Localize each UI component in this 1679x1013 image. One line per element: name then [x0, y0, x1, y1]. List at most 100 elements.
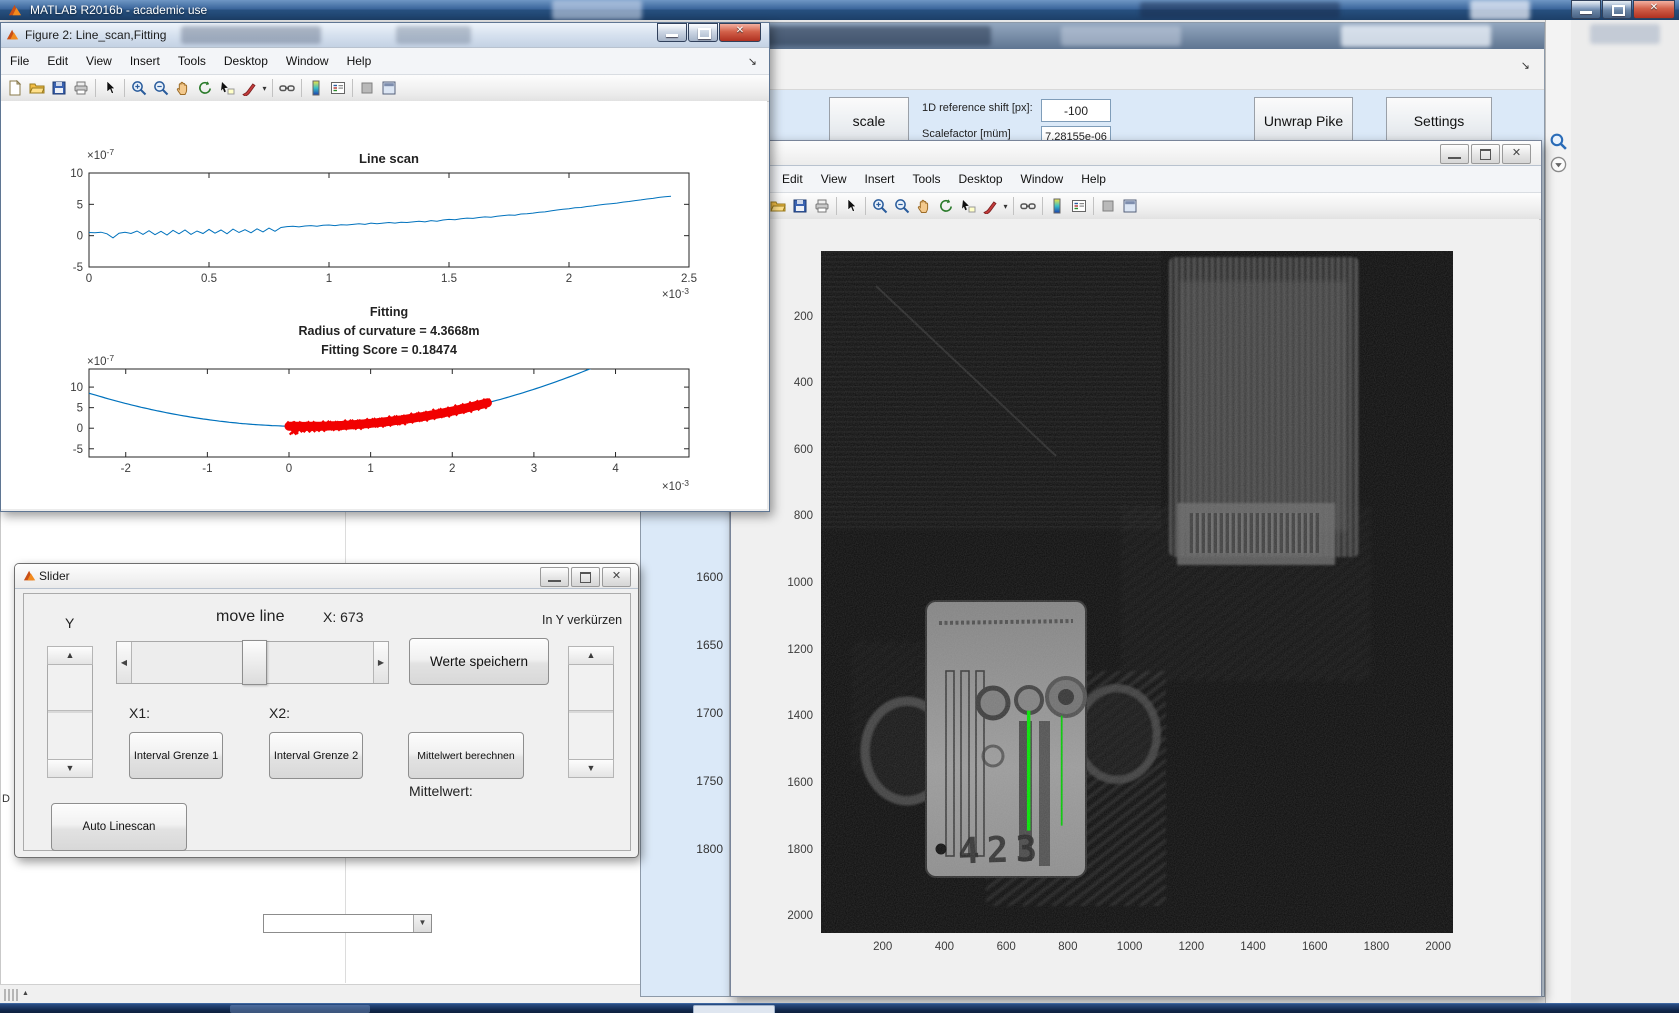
zoom-in-icon[interactable] — [869, 195, 891, 217]
slider-maximize-button[interactable] — [571, 567, 600, 587]
windows-taskbar[interactable] — [0, 1003, 1679, 1013]
bottom-scroll-strip[interactable]: ▲ — [0, 984, 737, 1004]
zoom-in-icon[interactable] — [128, 77, 150, 99]
move-line-slider[interactable]: ◀ ▶ — [116, 640, 389, 685]
insert-legend-icon[interactable] — [1068, 195, 1090, 217]
taskbar-active-button[interactable] — [693, 1005, 775, 1013]
dock-figure-icon[interactable] — [1119, 195, 1141, 217]
gui-titlebar[interactable] — [641, 23, 1544, 49]
brush-icon[interactable] — [238, 77, 260, 99]
y2-slider-up-icon[interactable]: ▲ — [568, 646, 614, 665]
slider-right-arrow-icon[interactable]: ▶ — [373, 642, 388, 683]
save-icon[interactable] — [48, 77, 70, 99]
zoom-out-icon[interactable] — [891, 195, 913, 217]
combobox-arrow-icon[interactable]: ▼ — [413, 915, 431, 932]
insert-colorbar-icon[interactable] — [1046, 195, 1068, 217]
interval-grenze2-button[interactable]: Interval Grenze 2 — [269, 732, 363, 779]
menu-item-edit[interactable]: Edit — [773, 168, 812, 190]
cursor-icon[interactable] — [99, 77, 121, 99]
menu-item-insert[interactable]: Insert — [121, 50, 169, 72]
svg-text:0: 0 — [77, 231, 83, 243]
cursor-icon[interactable] — [840, 195, 862, 217]
figure2-maximize-button[interactable] — [688, 23, 718, 42]
zoom-out-icon[interactable] — [150, 77, 172, 99]
menu-item-insert[interactable]: Insert — [855, 168, 903, 190]
rotate-3d-icon[interactable] — [194, 77, 216, 99]
image-y-tick-label: 1800 — [787, 843, 813, 856]
brush-icon[interactable] — [979, 195, 1001, 217]
interval-grenze1-button[interactable]: Interval Grenze 1 — [129, 732, 223, 779]
menu-item-view[interactable]: View — [77, 50, 121, 72]
y-slider-down-icon[interactable]: ▼ — [47, 759, 93, 778]
search-magnifier-icon[interactable] — [1549, 132, 1568, 151]
pan-hand-icon[interactable] — [172, 77, 194, 99]
mittelwert-berechnen-button[interactable]: Mittelwert berechnen — [408, 732, 524, 779]
menu-item-tools[interactable]: Tools — [169, 50, 215, 72]
figure2-minimize-button[interactable] — [657, 23, 687, 42]
scale-button[interactable]: scale — [829, 97, 909, 145]
slider-minimize-button[interactable] — [540, 567, 569, 587]
new-doc-icon[interactable] — [4, 77, 26, 99]
y-slider-left[interactable]: ▲ ▼ — [47, 646, 93, 778]
y2-slider-down-icon[interactable]: ▼ — [568, 759, 614, 778]
link-plot-icon[interactable] — [1017, 195, 1039, 217]
menu-item-help[interactable]: Help — [338, 50, 381, 72]
pan-hand-icon[interactable] — [913, 195, 935, 217]
save-icon[interactable] — [789, 195, 811, 217]
brush-dropdown-icon[interactable]: ▾ — [1001, 202, 1010, 211]
data-cursor-icon[interactable] — [216, 77, 238, 99]
dock-figure-icon[interactable] — [378, 77, 400, 99]
werte-speichern-button[interactable]: Werte speichern — [409, 638, 549, 685]
figure2-close-button[interactable]: ✕ — [719, 23, 761, 42]
unwrap-pike-button[interactable]: Unwrap Pike — [1254, 97, 1353, 145]
imagefig-close-button[interactable]: ✕ — [1502, 144, 1531, 164]
open-folder-icon[interactable] — [767, 195, 789, 217]
interferogram-image[interactable]: 423 — [821, 251, 1453, 933]
brush-dropdown-icon[interactable]: ▾ — [260, 84, 269, 93]
matlab-main-titlebar[interactable]: MATLAB R2016b - academic use ✕ — [0, 0, 1679, 20]
expand-arrow-icon[interactable]: ▲ — [22, 990, 29, 997]
menu-item-edit[interactable]: Edit — [38, 50, 77, 72]
ref-shift-input[interactable]: -100 — [1041, 99, 1111, 122]
image-figure-titlebar[interactable]: d ✕ — [731, 141, 1541, 166]
main-minimize-button[interactable] — [1571, 0, 1601, 19]
settings-button[interactable]: Settings — [1386, 97, 1492, 145]
open-folder-icon[interactable] — [26, 77, 48, 99]
hide-plot-tools-icon[interactable] — [1097, 195, 1119, 217]
window-grip[interactable]: ▲ — [4, 989, 44, 1001]
figure2-titlebar[interactable]: Figure 2: Line_scan,Fitting ✕ — [1, 23, 769, 48]
menu-item-window[interactable]: Window — [277, 50, 338, 72]
y-slider-right[interactable]: ▲ ▼ — [568, 646, 614, 778]
slider-close-button[interactable]: ✕ — [602, 567, 631, 587]
print-icon[interactable] — [70, 77, 92, 99]
link-plot-icon[interactable] — [276, 77, 298, 99]
gui-menu-overflow-icon[interactable]: ↘ — [1521, 59, 1530, 72]
imagefig-maximize-button[interactable] — [1471, 144, 1500, 164]
figure2-canvas[interactable]: 0 0.5 1 1.5 2 2.51050-5Line scan×10-7×10-3-2-… — [1, 101, 767, 509]
auto-linescan-button[interactable]: Auto Linescan — [51, 803, 187, 851]
taskbar-button-group[interactable] — [230, 1005, 370, 1013]
scroll-down-circle-icon[interactable] — [1550, 156, 1567, 173]
figure2-menu-overflow-icon[interactable]: ↘ — [748, 55, 757, 68]
main-maximize-button[interactable] — [1602, 0, 1632, 19]
menu-item-window[interactable]: Window — [1012, 168, 1073, 190]
imagefig-minimize-button[interactable] — [1440, 144, 1469, 164]
data-cursor-icon[interactable] — [957, 195, 979, 217]
menu-item-help[interactable]: Help — [1072, 168, 1115, 190]
slider-thumb[interactable] — [242, 640, 267, 685]
slider-titlebar[interactable]: Slider ✕ — [15, 564, 638, 589]
desktop-combobox[interactable]: ▼ — [263, 914, 432, 933]
menu-item-view[interactable]: View — [812, 168, 856, 190]
menu-item-desktop[interactable]: Desktop — [950, 168, 1012, 190]
rotate-3d-icon[interactable] — [935, 195, 957, 217]
menu-item-desktop[interactable]: Desktop — [215, 50, 277, 72]
hide-plot-tools-icon[interactable] — [356, 77, 378, 99]
print-icon[interactable] — [811, 195, 833, 217]
main-close-button[interactable]: ✕ — [1633, 0, 1675, 19]
insert-legend-icon[interactable] — [327, 77, 349, 99]
slider-left-arrow-icon[interactable]: ◀ — [117, 642, 132, 683]
menu-item-file[interactable]: File — [1, 50, 38, 72]
y-slider-up-icon[interactable]: ▲ — [47, 646, 93, 665]
insert-colorbar-icon[interactable] — [305, 77, 327, 99]
menu-item-tools[interactable]: Tools — [904, 168, 950, 190]
